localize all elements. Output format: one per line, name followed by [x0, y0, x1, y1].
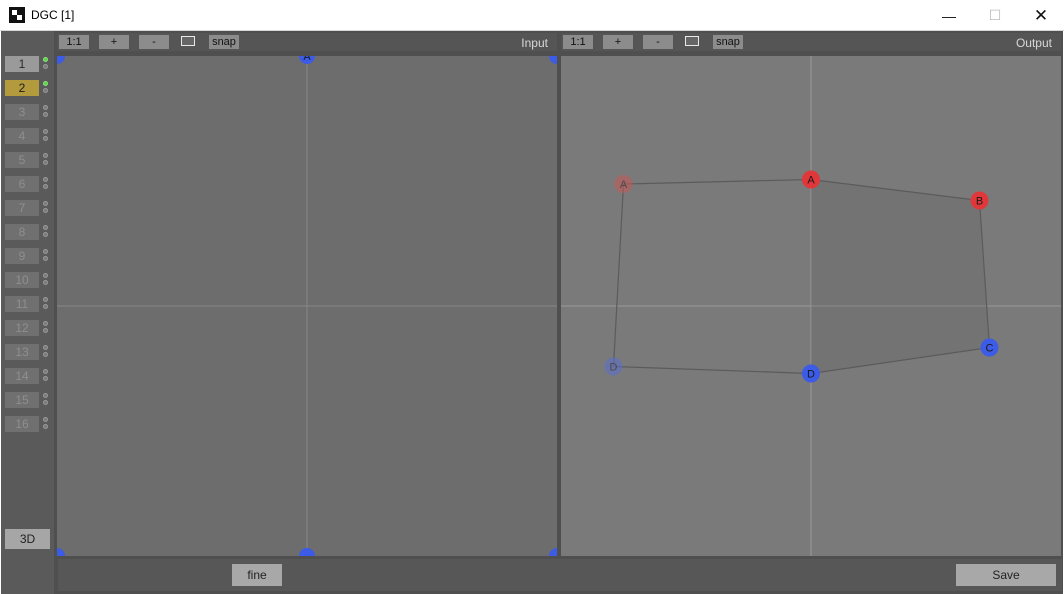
slot-button-16[interactable]: 16	[5, 416, 39, 432]
window-title: DGC [1]	[31, 8, 75, 22]
slot-button-15[interactable]: 15	[5, 392, 39, 408]
slot-button-11[interactable]: 11	[5, 296, 39, 312]
slot-button-3[interactable]: 3	[5, 104, 39, 120]
minimize-button[interactable]: —	[926, 0, 972, 31]
input-canvas[interactable]: A	[57, 56, 557, 556]
input-toolbar: 1:1 + - snap Input	[57, 33, 557, 51]
slot-button-9[interactable]: 9	[5, 248, 39, 264]
output-toolbar: 1:1 + - snap Output	[561, 33, 1061, 51]
input-fit-frame-button[interactable]	[179, 35, 199, 49]
maximize-button[interactable]: ☐	[972, 0, 1018, 31]
close-button[interactable]: ✕	[1018, 0, 1064, 31]
output-zoom-in-button[interactable]: +	[603, 35, 633, 49]
slot-indicator-dot	[43, 256, 48, 261]
slot-indicator-dot	[43, 136, 48, 141]
input-canvas-svg[interactable]: A	[57, 56, 557, 556]
output-warp-edge	[623, 178, 812, 185]
slot-button-5[interactable]: 5	[5, 152, 39, 168]
slot-indicator-dot	[43, 160, 48, 165]
slot-button-4[interactable]: 4	[5, 128, 39, 144]
slot-indicator-dot	[43, 64, 48, 69]
slot-indicator-dot	[43, 88, 48, 93]
title-bar: DGC [1] — ☐ ✕	[0, 0, 1064, 31]
output-canvas-svg[interactable]: A A B C D D	[561, 56, 1061, 556]
output-fit-frame-button[interactable]	[683, 35, 703, 49]
input-control-point[interactable]	[299, 548, 315, 556]
input-point-label: A	[303, 56, 311, 63]
slot-indicator-dot	[43, 177, 48, 182]
frame-icon	[181, 36, 195, 46]
slot-button-8[interactable]: 8	[5, 224, 39, 240]
slot-indicator-dot	[43, 369, 48, 374]
output-warp-fill	[811, 179, 990, 374]
slot-indicator-dot	[43, 417, 48, 422]
slot-indicator-dot	[43, 273, 48, 278]
app-client-area: 3D 1 2 3 4 5 6 7 8 9 10 11 12 13 14 15 16 1:1 + - snap …	[1, 31, 1063, 594]
slot-indicator-dot	[43, 280, 48, 285]
output-point-label: C	[986, 343, 994, 355]
slot-button-10[interactable]: 10	[5, 272, 39, 288]
slot-indicator-dot	[43, 297, 48, 302]
bottom-bar: fine Save	[58, 559, 1062, 591]
slot-indicator-dot	[43, 232, 48, 237]
slot-indicator-dot	[43, 184, 48, 189]
slot-button-7[interactable]: 7	[5, 200, 39, 216]
input-control-point[interactable]	[549, 56, 557, 64]
slot-indicator-dot	[43, 153, 48, 158]
output-snap-button[interactable]: snap	[713, 35, 743, 49]
input-zoom-out-button[interactable]: -	[139, 35, 169, 49]
slot-button-1[interactable]: 1	[5, 56, 39, 72]
slot-button-13[interactable]: 13	[5, 344, 39, 360]
output-zoom-reset-button[interactable]: 1:1	[563, 35, 593, 49]
slot-indicator-dot	[43, 201, 48, 206]
slot-indicator-dot	[43, 321, 48, 326]
output-point-label: D	[610, 362, 618, 374]
input-snap-button[interactable]: snap	[209, 35, 239, 49]
output-point-label: B	[976, 196, 983, 208]
input-control-point[interactable]	[57, 548, 65, 556]
slot-indicator-dot	[43, 345, 48, 350]
slot-indicator-dot	[43, 129, 48, 134]
input-view-label: Input	[521, 36, 548, 50]
output-point-label: A	[620, 179, 628, 191]
output-zoom-out-button[interactable]: -	[643, 35, 673, 49]
slot-button-2[interactable]: 2	[5, 80, 39, 96]
slot-indicator-dot	[43, 376, 48, 381]
slot-indicator-dot	[43, 208, 48, 213]
output-point-label: D	[807, 369, 815, 381]
app-icon	[9, 7, 25, 23]
fine-button[interactable]: fine	[232, 564, 282, 586]
frame-icon	[685, 36, 699, 46]
slot-button-6[interactable]: 6	[5, 176, 39, 192]
output-warp-edge	[613, 365, 812, 375]
slot-indicator-dot	[43, 105, 48, 110]
output-canvas[interactable]: A A B C D D	[561, 56, 1061, 556]
slot-indicator-dot	[43, 400, 48, 405]
slot-indicator-dot	[43, 225, 48, 230]
slot-indicator-dot	[43, 393, 48, 398]
output-warp-edge	[612, 183, 625, 367]
3d-button[interactable]: 3D	[5, 529, 50, 549]
slot-indicator-dot	[43, 112, 48, 117]
slot-sidebar: 3D 1 2 3 4 5 6 7 8 9 10 11 12 13 14 15 16	[1, 31, 54, 594]
input-control-point[interactable]	[549, 548, 557, 556]
slot-button-12[interactable]: 12	[5, 320, 39, 336]
slot-indicator-dot	[43, 57, 48, 62]
slot-indicator-dot	[43, 81, 48, 86]
output-point-label: A	[807, 175, 815, 187]
slot-indicator-dot	[43, 249, 48, 254]
input-zoom-in-button[interactable]: +	[99, 35, 129, 49]
input-zoom-reset-button[interactable]: 1:1	[59, 35, 89, 49]
slot-indicator-dot	[43, 304, 48, 309]
output-view-label: Output	[1015, 36, 1052, 50]
slot-indicator-dot	[43, 424, 48, 429]
slot-button-14[interactable]: 14	[5, 368, 39, 384]
slot-indicator-dot	[43, 352, 48, 357]
slot-indicator-dot	[43, 328, 48, 333]
input-control-point[interactable]	[57, 56, 65, 64]
save-button[interactable]: Save	[956, 564, 1056, 586]
